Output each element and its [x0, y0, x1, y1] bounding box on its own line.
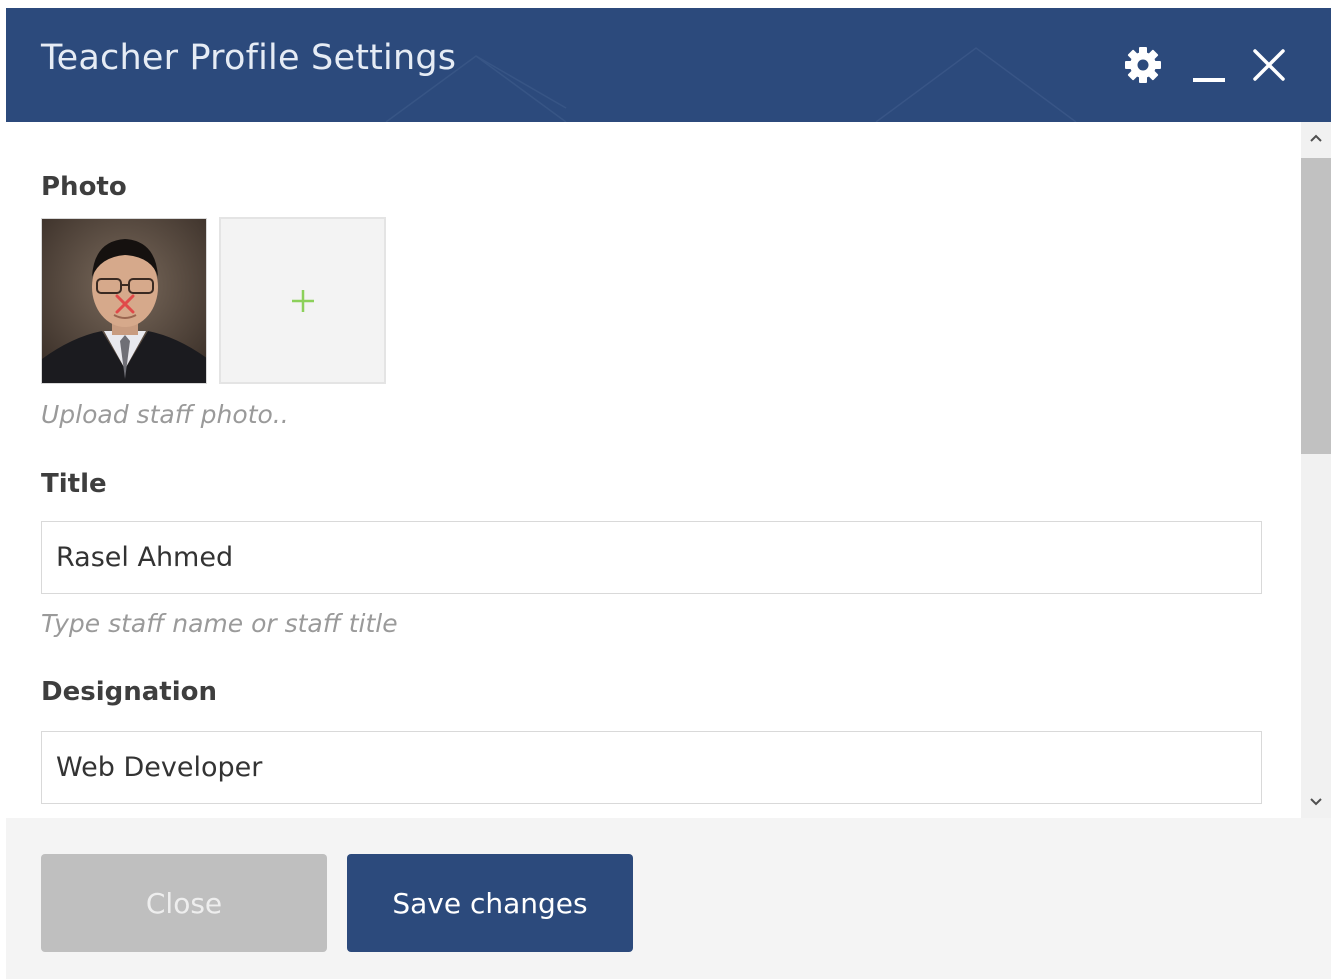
vertical-scrollbar[interactable]	[1301, 122, 1331, 818]
scroll-down-button[interactable]	[1301, 786, 1331, 818]
title-hint: Type staff name or staff title	[41, 609, 398, 638]
photo-hint: Upload staff photo..	[41, 400, 289, 429]
scroll-up-button[interactable]	[1301, 122, 1331, 154]
dialog-title: Teacher Profile Settings	[41, 38, 457, 78]
designation-input[interactable]	[41, 731, 1262, 804]
minimize-button[interactable]	[1186, 42, 1232, 88]
close-icon	[1253, 49, 1285, 81]
scroll-thumb[interactable]	[1301, 158, 1331, 454]
teacher-profile-dialog: Teacher Profile Settings Photo Upload st…	[6, 8, 1331, 979]
minimize-icon	[1193, 78, 1225, 82]
designation-label: Designation	[41, 677, 217, 707]
chevron-up-icon	[1310, 134, 1322, 142]
plus-icon	[291, 289, 314, 312]
dialog-body: Photo Upload staff photo.. Title Rasel A…	[6, 122, 1301, 818]
save-changes-button[interactable]: Save changes	[347, 854, 633, 952]
close-dialog-button[interactable]	[1246, 42, 1292, 88]
add-photo-button[interactable]	[219, 217, 386, 384]
title-input[interactable]	[41, 521, 1262, 594]
chevron-down-icon	[1310, 798, 1322, 806]
title-label: Title	[41, 469, 107, 499]
settings-button[interactable]	[1120, 42, 1166, 88]
dialog-header: Teacher Profile Settings	[6, 8, 1331, 122]
staff-photo-thumbnail[interactable]	[41, 218, 207, 384]
gear-icon	[1125, 47, 1161, 83]
close-button[interactable]: Close	[41, 854, 327, 952]
dialog-footer: Close Save changes	[6, 818, 1331, 979]
photo-label: Photo	[41, 172, 127, 202]
remove-x-icon[interactable]	[112, 291, 138, 317]
